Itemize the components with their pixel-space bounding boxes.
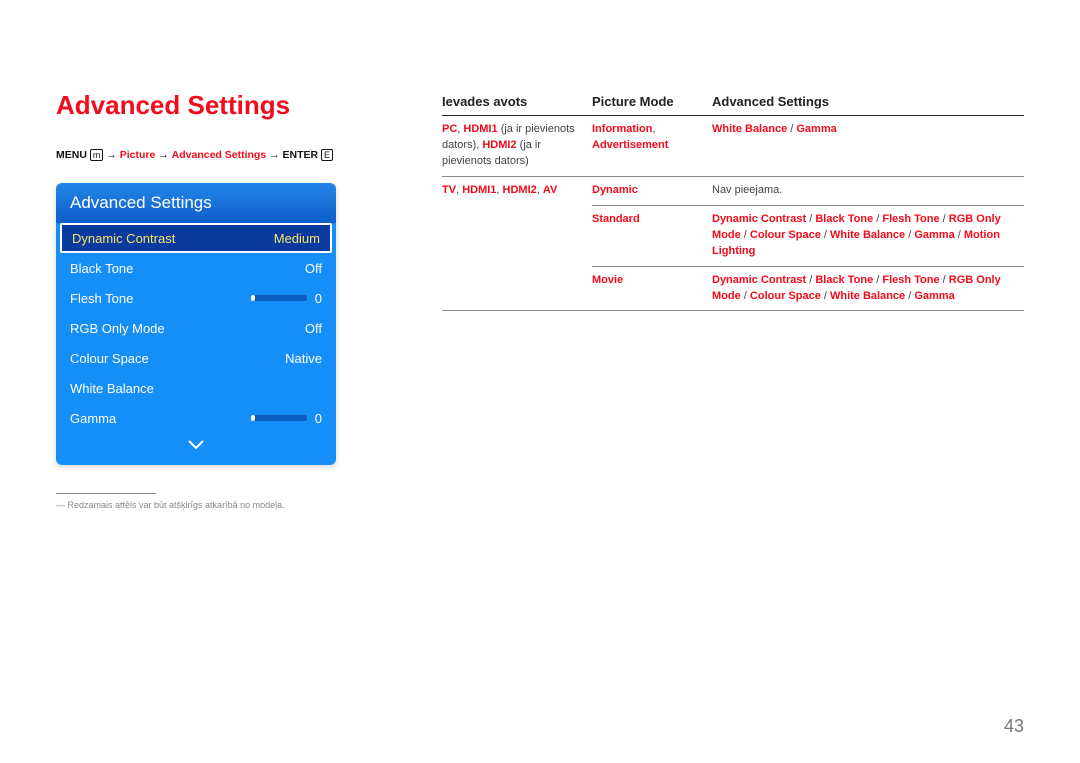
osd-panel: Advanced Settings Dynamic Contrast Medium… [56, 183, 336, 465]
table-row: TV, HDMI1, HDMI2, AVDynamicNav pieejama. [442, 176, 1024, 205]
osd-row-label: Gamma [70, 411, 116, 426]
breadcrumb: MENU m → Picture → Advanced Settings → E… [56, 149, 386, 161]
footnote: ― Redzamais attēls var būt atšķirīgs atk… [56, 500, 386, 510]
osd-row[interactable]: Black Tone Off [56, 253, 336, 283]
cell-source: PC, HDMI1 (ja ir pievienots dators), HDM… [442, 116, 592, 177]
osd-row[interactable]: Dynamic Contrast Medium [60, 223, 332, 253]
table-row: PC, HDMI1 (ja ir pievienots dators), HDM… [442, 116, 1024, 177]
slider[interactable] [251, 295, 307, 301]
osd-body: Dynamic Contrast Medium Black Tone Off Flesh… [56, 223, 336, 433]
settings-table: Ievades avots Picture Mode Advanced Sett… [442, 90, 1024, 311]
osd-row[interactable]: RGB Only Mode Off [56, 313, 336, 343]
osd-row-value: 0 [315, 411, 322, 426]
osd-row-value: 0 [315, 291, 322, 306]
osd-header: Advanced Settings [56, 183, 336, 223]
osd-row[interactable]: Colour Space Native [56, 343, 336, 373]
cell-advanced: Dynamic Contrast / Black Tone / Flesh To… [712, 266, 1024, 311]
osd-row[interactable]: Gamma 0 [56, 403, 336, 433]
left-column: Advanced Settings MENU m → Picture → Adv… [56, 90, 386, 510]
osd-row-value: Off [305, 321, 322, 336]
osd-row-label: Black Tone [70, 261, 133, 276]
osd-row-value: Medium [274, 231, 320, 246]
menu-icon: m [90, 149, 104, 161]
arrow-icon: → [158, 149, 171, 161]
osd-row-label: Flesh Tone [70, 291, 133, 306]
table-body: PC, HDMI1 (ja ir pievienots dators), HDM… [442, 116, 1024, 311]
breadcrumb-enter: ENTER [283, 149, 319, 161]
breadcrumb-advanced: Advanced Settings [172, 149, 267, 161]
cell-mode: Dynamic [592, 176, 712, 205]
osd-row-label: White Balance [70, 381, 154, 396]
right-column: Ievades avots Picture Mode Advanced Sett… [442, 90, 1024, 510]
arrow-icon: → [269, 149, 282, 161]
cell-mode: Information, Advertisement [592, 116, 712, 177]
page: Advanced Settings MENU m → Picture → Adv… [0, 0, 1080, 510]
enter-icon: E [321, 149, 333, 161]
chevron-down-icon[interactable] [56, 433, 336, 465]
osd-row[interactable]: White Balance [56, 373, 336, 403]
page-number: 43 [1004, 716, 1024, 737]
breadcrumb-picture: Picture [120, 149, 156, 161]
osd-row-label: Dynamic Contrast [72, 231, 175, 246]
cell-advanced: Dynamic Contrast / Black Tone / Flesh To… [712, 205, 1024, 266]
cell-mode: Standard [592, 205, 712, 266]
page-title: Advanced Settings [56, 90, 386, 121]
cell-advanced: White Balance / Gamma [712, 116, 1024, 177]
col-header-source: Ievades avots [442, 90, 592, 116]
col-header-advanced: Advanced Settings [712, 90, 1024, 116]
osd-row-label: Colour Space [70, 351, 149, 366]
arrow-icon: → [106, 149, 119, 161]
col-header-mode: Picture Mode [592, 90, 712, 116]
footnote-rule [56, 493, 156, 494]
cell-mode: Movie [592, 266, 712, 311]
osd-row-value: Off [305, 261, 322, 276]
slider[interactable] [251, 415, 307, 421]
osd-row-value: Native [285, 351, 322, 366]
cell-source: TV, HDMI1, HDMI2, AV [442, 176, 592, 311]
osd-row[interactable]: Flesh Tone 0 [56, 283, 336, 313]
osd-row-label: RGB Only Mode [70, 321, 165, 336]
cell-advanced: Nav pieejama. [712, 176, 1024, 205]
breadcrumb-menu: MENU [56, 149, 87, 161]
